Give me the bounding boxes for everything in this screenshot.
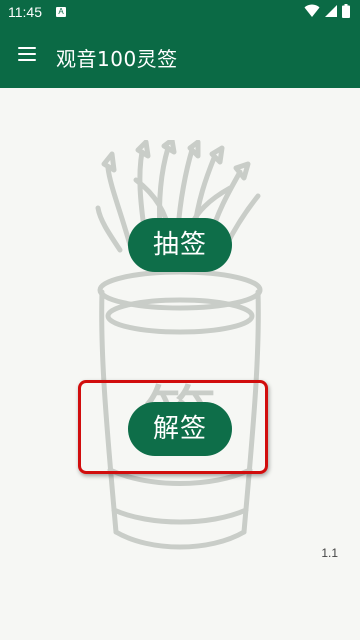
app-bar: 观音100灵签 [0,24,360,88]
app-title: 观音100灵签 [56,47,178,71]
version-label: 1.1 [321,546,338,560]
wifi-icon [304,4,320,17]
battery-icon [342,4,350,18]
fortune-cup-illustration: 签 [95,140,263,550]
signal-icon [325,5,337,17]
status-time: 11:45 [8,4,42,20]
notification-icon: A [56,7,66,17]
status-icons [304,4,350,18]
draw-lot-button[interactable]: 抽签 [128,218,232,272]
interpret-lot-button[interactable]: 解签 [128,402,232,456]
menu-icon[interactable] [18,47,36,61]
main-content: 签 抽签 解签 1.1 [0,88,360,640]
status-bar: 11:45 A [0,0,360,24]
